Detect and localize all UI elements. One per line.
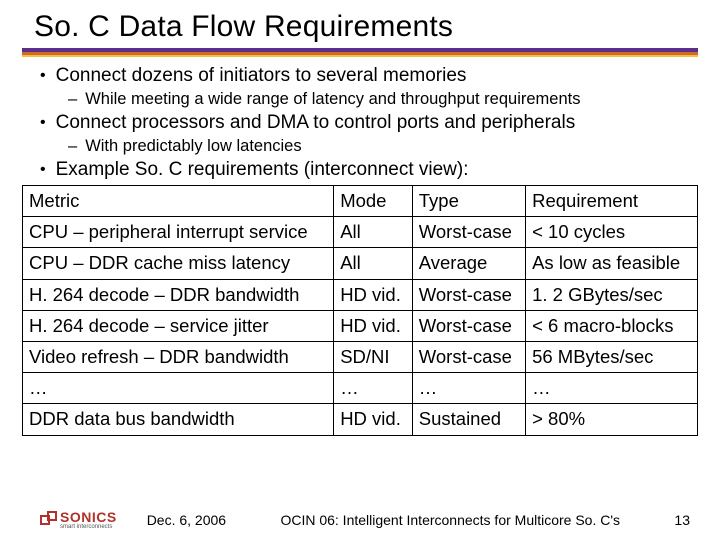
- cell: Sustained: [412, 404, 525, 435]
- cell: 1. 2 GBytes/sec: [526, 279, 698, 310]
- cell: Average: [412, 248, 525, 279]
- cell: As low as feasible: [526, 248, 698, 279]
- logo-icon: [40, 511, 58, 529]
- table-row: H. 264 decode – service jitter HD vid. W…: [23, 310, 698, 341]
- table-row: CPU – peripheral interrupt service All W…: [23, 217, 698, 248]
- table-header-row: Metric Mode Type Requirement: [23, 186, 698, 217]
- table-row: … … … …: [23, 373, 698, 404]
- col-metric: Metric: [23, 186, 334, 217]
- col-mode: Mode: [334, 186, 413, 217]
- footer-date: Dec. 6, 2006: [147, 512, 226, 528]
- slide-title: So. C Data Flow Requirements: [34, 10, 698, 44]
- cell: …: [334, 373, 413, 404]
- cell: All: [334, 248, 413, 279]
- footer-caption: OCIN 06: Intelligent Interconnects for M…: [252, 512, 648, 528]
- table-row: H. 264 decode – DDR bandwidth HD vid. Wo…: [23, 279, 698, 310]
- cell: H. 264 decode – service jitter: [23, 310, 334, 341]
- col-requirement: Requirement: [526, 186, 698, 217]
- cell: HD vid.: [334, 404, 413, 435]
- cell: > 80%: [526, 404, 698, 435]
- bullet-item: Connect dozens of initiators to several …: [40, 65, 698, 87]
- logo-subtext: smart interconnects: [60, 524, 117, 530]
- table-row: DDR data bus bandwidth HD vid. Sustained…: [23, 404, 698, 435]
- cell: DDR data bus bandwidth: [23, 404, 334, 435]
- cell: Worst-case: [412, 341, 525, 372]
- page-number: 13: [674, 512, 690, 528]
- cell: HD vid.: [334, 310, 413, 341]
- table-row: Video refresh – DDR bandwidth SD/NI Wors…: [23, 341, 698, 372]
- table-row: CPU – DDR cache miss latency All Average…: [23, 248, 698, 279]
- cell: CPU – DDR cache miss latency: [23, 248, 334, 279]
- cell: HD vid.: [334, 279, 413, 310]
- cell: …: [23, 373, 334, 404]
- sub-bullet-item: With predictably low latencies: [68, 137, 698, 156]
- col-type: Type: [412, 186, 525, 217]
- bullet-list: Connect dozens of initiators to several …: [40, 65, 698, 181]
- cell: …: [412, 373, 525, 404]
- slide-footer: SONICS smart interconnects Dec. 6, 2006 …: [0, 509, 720, 530]
- cell: All: [334, 217, 413, 248]
- cell: Video refresh – DDR bandwidth: [23, 341, 334, 372]
- title-rule: [22, 48, 698, 57]
- logo-text: SONICS: [60, 509, 117, 525]
- cell: H. 264 decode – DDR bandwidth: [23, 279, 334, 310]
- cell: …: [526, 373, 698, 404]
- cell: SD/NI: [334, 341, 413, 372]
- cell: 56 MBytes/sec: [526, 341, 698, 372]
- cell: < 6 macro-blocks: [526, 310, 698, 341]
- cell: Worst-case: [412, 279, 525, 310]
- sonics-logo: SONICS smart interconnects: [40, 509, 117, 530]
- bullet-item: Example So. C requirements (interconnect…: [40, 159, 698, 181]
- sub-bullet-item: While meeting a wide range of latency an…: [68, 90, 698, 109]
- cell: < 10 cycles: [526, 217, 698, 248]
- cell: Worst-case: [412, 310, 525, 341]
- cell: CPU – peripheral interrupt service: [23, 217, 334, 248]
- bullet-item: Connect processors and DMA to control po…: [40, 112, 698, 134]
- requirements-table: Metric Mode Type Requirement CPU – perip…: [22, 185, 698, 436]
- cell: Worst-case: [412, 217, 525, 248]
